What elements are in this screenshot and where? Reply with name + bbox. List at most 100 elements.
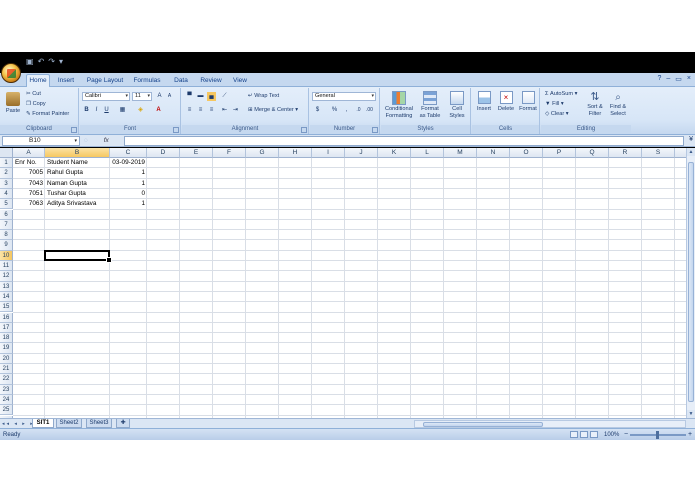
column-header-t[interactable]: T	[675, 148, 686, 158]
name-box[interactable]: B10 ▾	[2, 136, 80, 146]
normal-view-icon[interactable]	[570, 431, 578, 438]
merge-center-button[interactable]: ⊞ Merge & Center ▾	[248, 107, 298, 114]
align-top-icon[interactable]: ▀	[185, 92, 194, 101]
sheet-tab-sheet2[interactable]: Sheet2	[56, 419, 82, 428]
align-middle-icon[interactable]: ▬	[196, 92, 205, 101]
clipboard-dialog-launcher[interactable]	[71, 127, 77, 133]
column-header-e[interactable]: E	[180, 148, 213, 158]
minimize-icon[interactable]: –	[666, 75, 670, 83]
grow-font-button[interactable]: A	[155, 92, 164, 101]
cell-c2[interactable]: 1	[110, 168, 147, 178]
format-painter-button[interactable]: ✎ Format Painter	[26, 111, 69, 118]
column-header-j[interactable]: J	[345, 148, 378, 158]
cut-button[interactable]: ✂ Cut	[26, 91, 41, 98]
row-header-13[interactable]: 13	[0, 281, 13, 292]
select-all-corner[interactable]	[0, 148, 13, 158]
row-header-16[interactable]: 16	[0, 312, 13, 323]
column-header-l[interactable]: L	[411, 148, 444, 158]
row-header-18[interactable]: 18	[0, 333, 13, 344]
number-dialog-launcher[interactable]	[372, 127, 378, 133]
zoom-in-icon[interactable]: +	[688, 429, 692, 440]
column-header-q[interactable]: Q	[576, 148, 609, 158]
cell-c1[interactable]: 03-09-2019	[110, 158, 147, 168]
font-dialog-launcher[interactable]	[173, 127, 179, 133]
undo-icon[interactable]: ↶	[38, 55, 45, 69]
vertical-scroll-thumb[interactable]	[688, 162, 694, 402]
cell-b2[interactable]: Rahul Gupta	[45, 168, 110, 178]
scroll-down-icon[interactable]: ▼	[687, 410, 695, 418]
cell-c4[interactable]: 0	[110, 189, 147, 199]
currency-icon[interactable]: $	[313, 106, 322, 115]
row-header-12[interactable]: 12	[0, 271, 13, 282]
italic-button[interactable]: I	[92, 106, 101, 115]
cell-c3[interactable]: 1	[110, 179, 147, 189]
row-header-4[interactable]: 4	[0, 188, 13, 200]
column-header-n[interactable]: N	[477, 148, 510, 158]
column-header-a[interactable]: A	[13, 148, 45, 158]
cell-a2[interactable]: 7005	[13, 168, 45, 178]
row-header-9[interactable]: 9	[0, 240, 13, 251]
column-header-k[interactable]: K	[378, 148, 411, 158]
cell-b5[interactable]: Aditya Srivastava	[45, 199, 110, 209]
decrease-indent-icon[interactable]: ⇤	[220, 106, 229, 115]
sheet-tab-sheet3[interactable]: Sheet3	[86, 419, 112, 428]
row-header-25[interactable]: 25	[0, 405, 13, 416]
row-header-11[interactable]: 11	[0, 261, 13, 272]
cell-b3[interactable]: Naman Gupta	[45, 179, 110, 189]
shrink-font-button[interactable]: A	[165, 92, 174, 101]
tab-view[interactable]: View	[229, 75, 251, 87]
row-header-24[interactable]: 24	[0, 394, 13, 406]
fill-color-icon[interactable]: ◈	[136, 106, 145, 115]
fx-icon[interactable]: fx	[104, 137, 109, 144]
font-size-combo[interactable]: 11 ▾	[132, 92, 152, 101]
font-color-icon[interactable]: A	[154, 106, 163, 115]
cell-a3[interactable]: 7043	[13, 179, 45, 189]
column-header-o[interactable]: O	[510, 148, 543, 158]
borders-icon[interactable]: ▦	[118, 106, 127, 115]
row-header-15[interactable]: 15	[0, 302, 13, 313]
zoom-slider[interactable]	[630, 431, 686, 439]
copy-button[interactable]: ❐ Copy	[26, 101, 46, 108]
cell-a5[interactable]: 7063	[13, 199, 45, 209]
row-header-6[interactable]: 6	[0, 209, 13, 220]
paste-button[interactable]: Paste	[4, 92, 22, 115]
row-header-1[interactable]: 1	[0, 158, 13, 169]
find-select-button[interactable]: ⌕ Find & Select	[607, 91, 629, 118]
delete-cells-button[interactable]: × Delete	[496, 91, 516, 113]
insert-sheet-icon[interactable]: ✚	[116, 419, 130, 428]
column-header-c[interactable]: C	[110, 148, 147, 158]
tab-page-layout[interactable]: Page Layout	[84, 75, 126, 87]
horizontal-scrollbar[interactable]	[414, 420, 686, 428]
tab-home[interactable]: Home	[26, 74, 50, 87]
tab-insert[interactable]: Insert	[54, 75, 78, 87]
column-header-f[interactable]: F	[213, 148, 246, 158]
office-button[interactable]	[1, 63, 21, 83]
column-header-i[interactable]: I	[312, 148, 345, 158]
decrease-decimal-icon[interactable]: .00	[365, 106, 374, 115]
underline-button[interactable]: U	[102, 106, 111, 115]
sort-filter-button[interactable]: ⇅ Sort & Filter	[585, 91, 605, 118]
customize-icon[interactable]: ▾	[59, 55, 63, 69]
fill-button[interactable]: ▼ Fill ▾	[545, 101, 564, 108]
row-header-22[interactable]: 22	[0, 374, 13, 385]
active-cell-selection[interactable]	[44, 249, 112, 264]
zoom-slider-knob[interactable]	[656, 431, 659, 439]
clear-button[interactable]: ◇ Clear ▾	[545, 111, 569, 118]
comma-button[interactable]: ,	[342, 106, 351, 115]
save-icon[interactable]: ▣	[26, 55, 34, 69]
row-header-14[interactable]: 14	[0, 291, 13, 303]
cell-b4[interactable]: Tushar Gupta	[45, 189, 110, 199]
tab-formulas[interactable]: Formulas	[131, 75, 163, 87]
autosum-button[interactable]: Σ AutoSum ▾	[545, 91, 577, 98]
zoom-out-icon[interactable]: −	[624, 429, 628, 440]
column-header-d[interactable]: D	[147, 148, 180, 158]
redo-icon[interactable]: ↷	[48, 55, 55, 69]
horizontal-scroll-thumb[interactable]	[423, 422, 543, 427]
row-header-23[interactable]: 23	[0, 384, 13, 395]
insert-cells-button[interactable]: Insert	[474, 91, 494, 113]
tab-data[interactable]: Data	[170, 75, 192, 87]
close-icon[interactable]: ×	[687, 75, 691, 83]
orientation-icon[interactable]: ⟋	[220, 92, 229, 101]
page-layout-view-icon[interactable]	[580, 431, 588, 438]
alignment-dialog-launcher[interactable]	[301, 127, 307, 133]
